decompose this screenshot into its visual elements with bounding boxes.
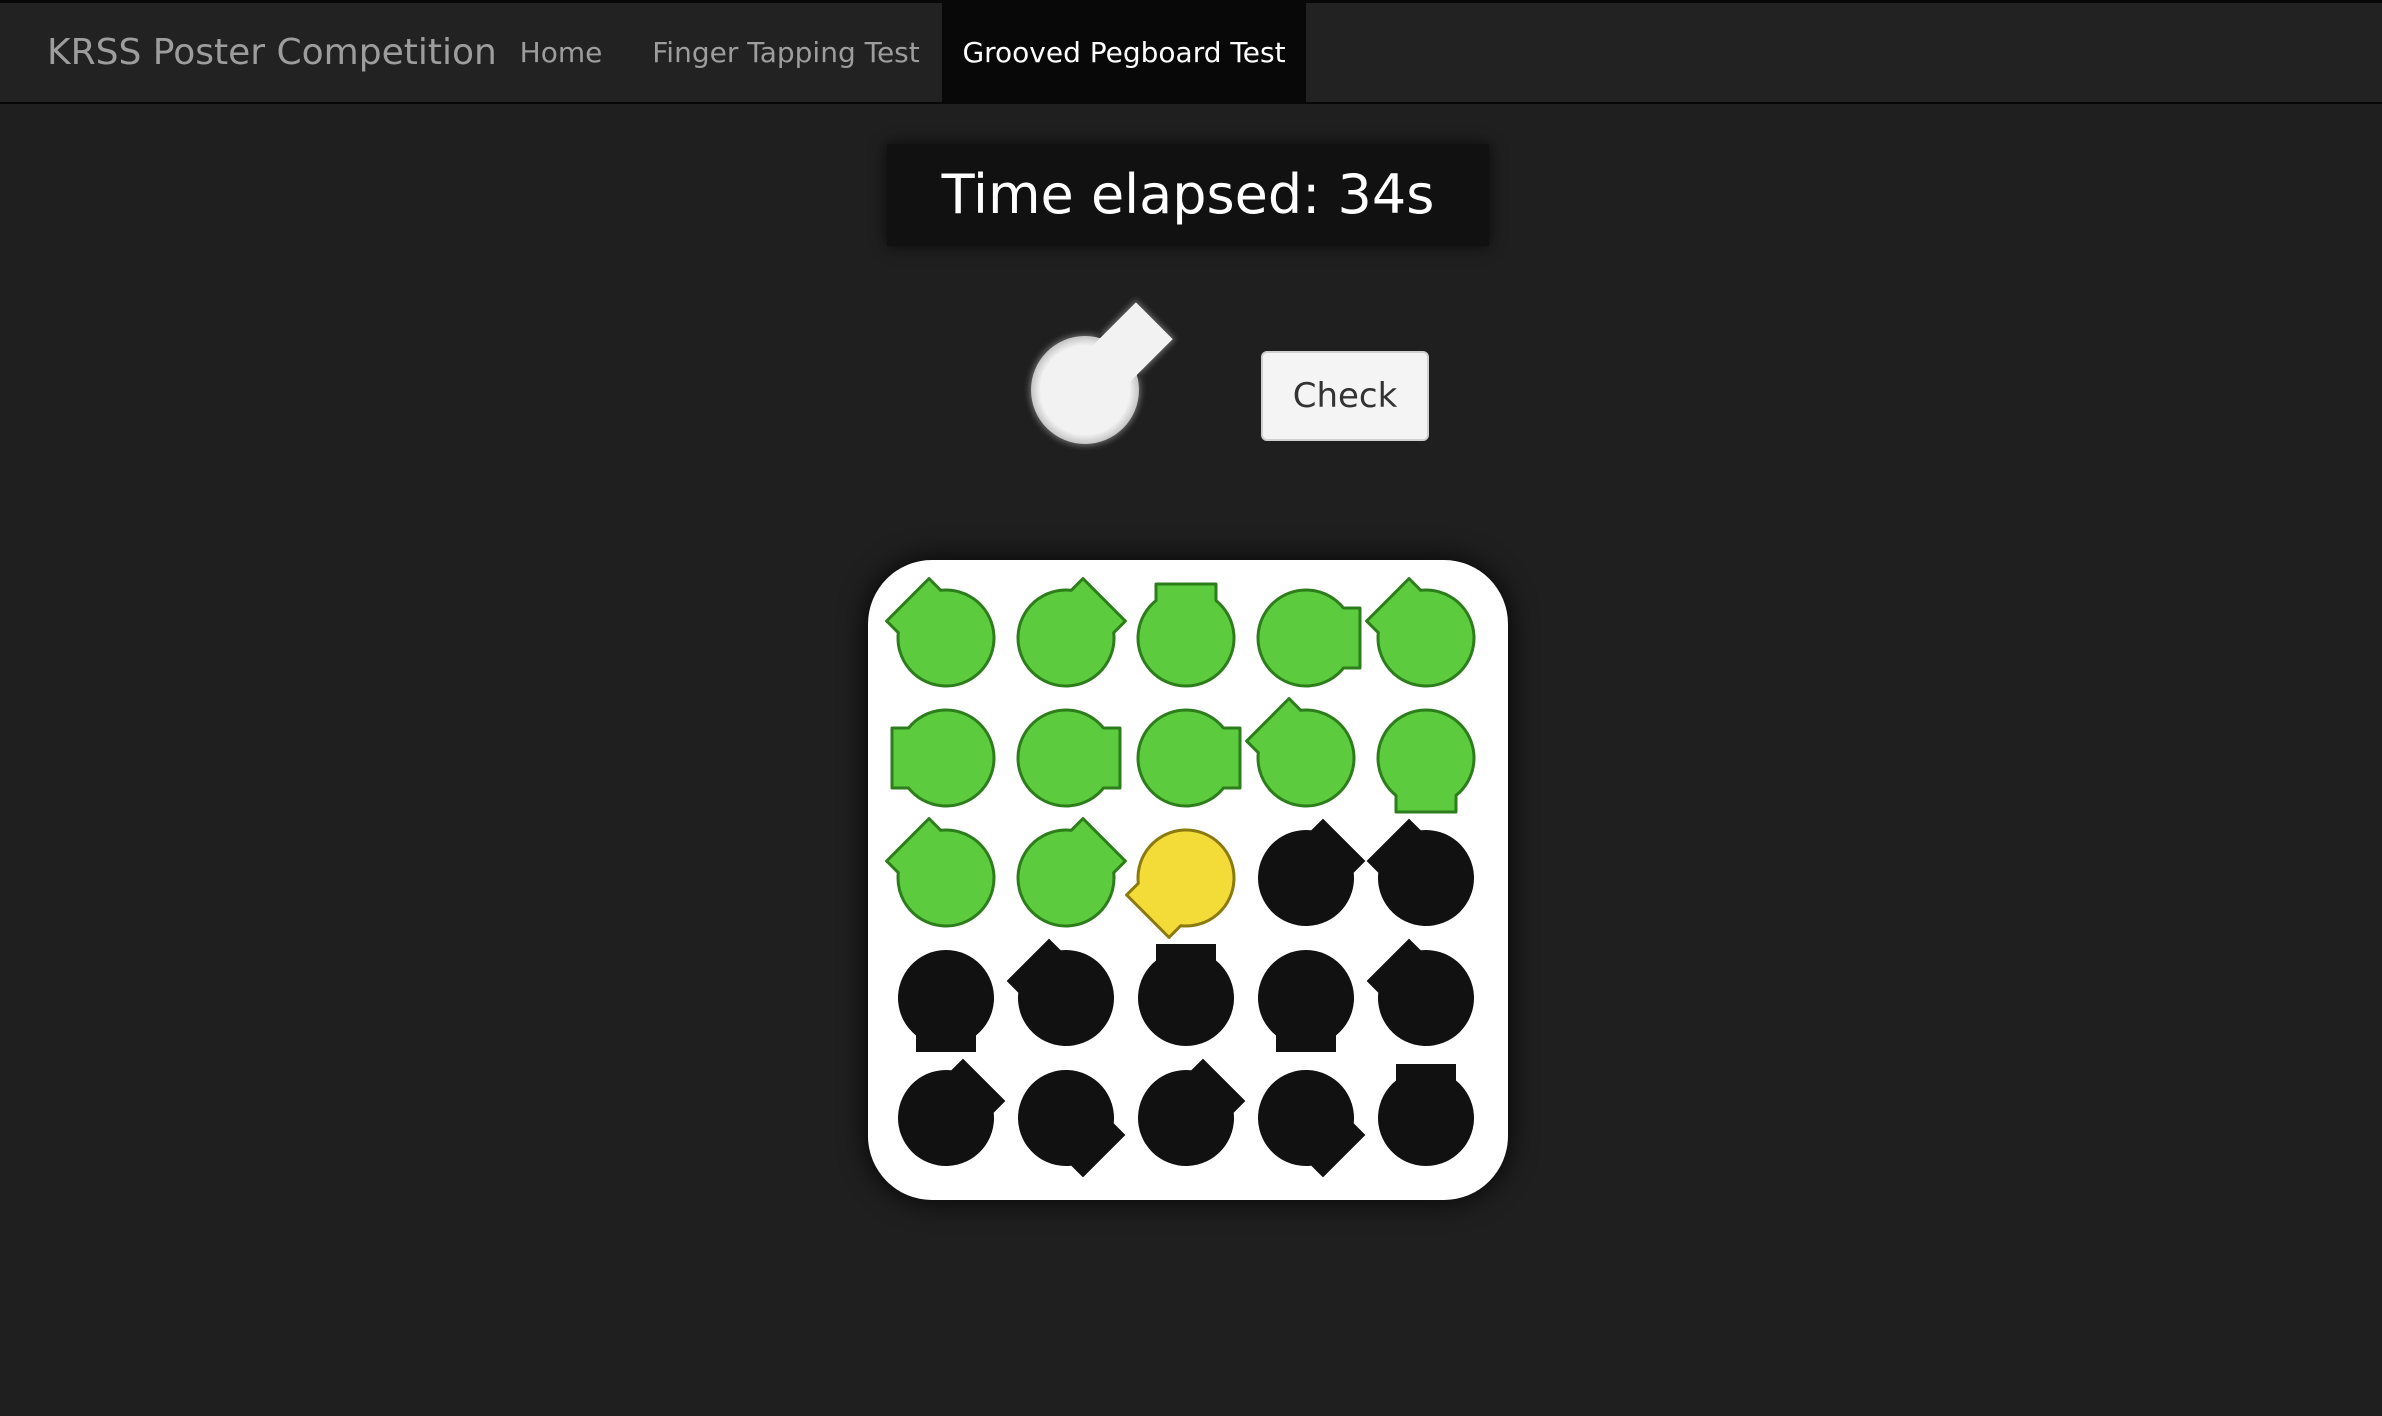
nav-item-home[interactable]: Home xyxy=(492,3,630,102)
peg-hole-empty-4-3[interactable] xyxy=(1138,944,1234,1046)
peg-hole-placed-1-2[interactable] xyxy=(998,566,1138,706)
current-peg[interactable] xyxy=(980,285,1190,495)
keyhole-peg-icon[interactable] xyxy=(1006,285,1190,469)
peg-hole-empty-4-5[interactable] xyxy=(1354,926,1494,1066)
peg-hole-empty-4-2[interactable] xyxy=(994,926,1134,1066)
peg-hole-empty-4-4[interactable] xyxy=(1258,950,1354,1052)
peg-hole-placed-2-2[interactable] xyxy=(1016,708,1122,808)
peg-hole-empty-3-5[interactable] xyxy=(1354,806,1494,946)
time-elapsed-display: Time elapsed: 34s xyxy=(887,144,1489,246)
peg-hole-empty-5-3[interactable] xyxy=(1118,1046,1258,1186)
peg-hole-placed-3-1[interactable] xyxy=(874,806,1014,946)
peg-hole-current-3-3[interactable] xyxy=(1114,810,1254,950)
check-button[interactable]: Check xyxy=(1261,351,1429,441)
peg-hole-empty-3-4[interactable] xyxy=(1238,806,1378,946)
nav-item-finger-tapping-test[interactable]: Finger Tapping Test xyxy=(630,3,942,102)
peg-hole-placed-2-5[interactable] xyxy=(1376,708,1476,814)
peg-hole-empty-4-1[interactable] xyxy=(898,950,994,1052)
peg-hole-placed-2-1[interactable] xyxy=(890,708,996,808)
peg-hole-empty-5-1[interactable] xyxy=(878,1046,1018,1186)
peg-hole-placed-1-1[interactable] xyxy=(874,566,1014,706)
peg-hole-placed-1-5[interactable] xyxy=(1354,566,1494,706)
peg-hole-placed-2-4[interactable] xyxy=(1234,686,1374,826)
pegboard xyxy=(868,560,1508,1200)
navbar: KRSS Poster Competition Home Finger Tapp… xyxy=(0,0,2382,104)
brand-title[interactable]: KRSS Poster Competition xyxy=(47,3,497,102)
pegboard-grid xyxy=(874,566,1494,1190)
peg-hole-empty-5-2[interactable] xyxy=(998,1050,1138,1190)
peg-hole-placed-1-3[interactable] xyxy=(1136,582,1236,688)
nav-item-grooved-pegboard-test[interactable]: Grooved Pegboard Test xyxy=(942,3,1306,102)
peg-hole-placed-3-2[interactable] xyxy=(998,806,1138,946)
peg-hole-empty-5-5[interactable] xyxy=(1378,1064,1474,1166)
peg-hole-placed-2-3[interactable] xyxy=(1136,708,1242,808)
peg-hole-empty-5-4[interactable] xyxy=(1238,1050,1378,1190)
peg-hole-placed-1-4[interactable] xyxy=(1256,588,1362,688)
